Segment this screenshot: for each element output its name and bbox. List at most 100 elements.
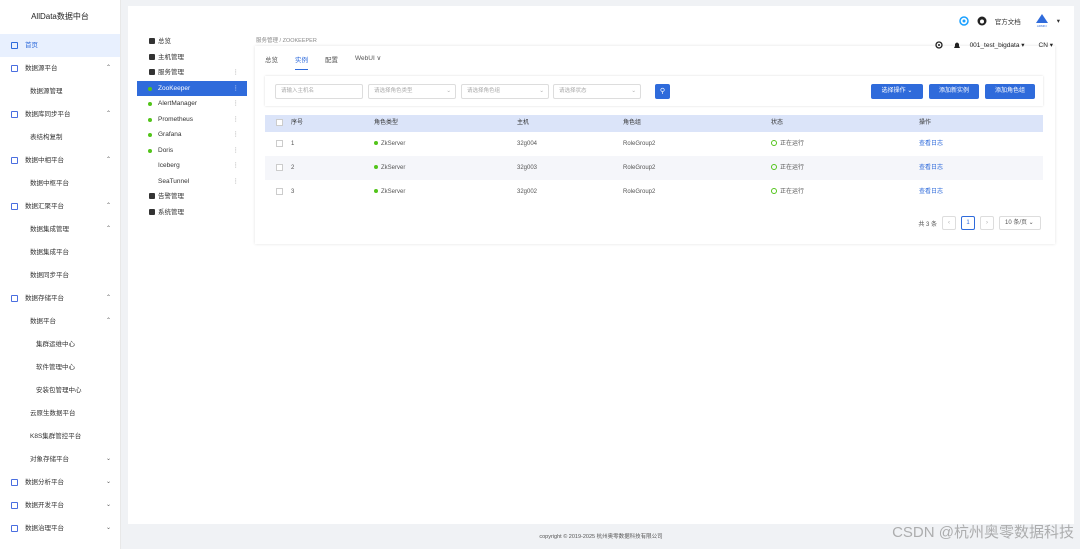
sidebar-item-label: 数据治理平台	[25, 525, 64, 532]
row-checkbox[interactable]	[276, 139, 283, 147]
more-icon[interactable]: ⋮	[233, 158, 240, 174]
tree-item-label: 服务管理	[158, 69, 184, 76]
chevron-up-icon[interactable]: ⌃	[106, 195, 111, 218]
sidebar-item-label: 数据集成管理	[30, 226, 69, 233]
sidebar-item[interactable]: 数据分析平台 ⌄	[0, 471, 120, 494]
add-instance-button[interactable]: 添加新实例	[929, 84, 979, 99]
more-icon[interactable]: ⋮	[233, 112, 240, 128]
chevron-down-icon: ⌄	[446, 88, 451, 94]
tree-item[interactable]: 告警管理	[137, 189, 247, 205]
tree-item[interactable]: Iceberg ⋮	[137, 158, 247, 174]
next-page-button[interactable]: ›	[980, 216, 994, 230]
view-log-link[interactable]: 查看日志	[919, 141, 943, 147]
github-icon[interactable]	[977, 16, 987, 26]
chevron-up-icon[interactable]: ⌃	[106, 149, 111, 172]
page-number-button[interactable]: 1	[961, 216, 975, 230]
check-circle-icon	[771, 188, 777, 195]
chevron-up-icon[interactable]: ⌃	[106, 218, 111, 241]
sidebar-item[interactable]: 安装包管理中心	[0, 379, 120, 402]
more-icon[interactable]: ⋮	[233, 127, 240, 143]
app-logo-icon[interactable]	[958, 16, 969, 26]
tree-item[interactable]: SeaTunnel ⋮	[137, 174, 247, 190]
tree-item[interactable]: 服务管理 ⋮	[137, 65, 247, 81]
gear-icon[interactable]	[934, 40, 944, 50]
more-icon[interactable]: ⋮	[233, 174, 240, 190]
sidebar-item-label: 安装包管理中心	[36, 387, 82, 394]
more-icon[interactable]: ⋮	[233, 65, 240, 81]
sidebar-item[interactable]: 集群运维中心	[0, 333, 120, 356]
select-operation-button[interactable]: 选择操作 ⌄	[871, 84, 923, 99]
chevron-down-icon[interactable]: ⌄	[106, 448, 111, 471]
sidebar-item[interactable]: 数据库同步平台 ⌃	[0, 103, 120, 126]
tree-item[interactable]: Grafana ⋮	[137, 127, 247, 143]
add-role-group-button[interactable]: 添加角色组	[985, 84, 1035, 99]
sidebar-item[interactable]: 数据汇聚平台 ⌃	[0, 195, 120, 218]
status-select[interactable]: 请选择状态 ⌄	[553, 84, 641, 99]
tree-item[interactable]: AlertManager ⋮	[137, 96, 247, 112]
status-dot-icon	[374, 165, 378, 170]
col-host: 主机	[517, 120, 530, 126]
sidebar-item[interactable]: 数据中枢平台	[0, 172, 120, 195]
tree-item[interactable]: Prometheus ⋮	[137, 112, 247, 128]
sidebar-item[interactable]: 对象存储平台 ⌄	[0, 448, 120, 471]
tree-item[interactable]: 系统管理	[137, 205, 247, 221]
bell-icon[interactable]	[952, 40, 962, 50]
more-icon[interactable]: ⋮	[233, 81, 240, 97]
select-all-checkbox[interactable]	[276, 118, 283, 126]
search-button[interactable]: ⚲	[655, 84, 670, 99]
tab-instances[interactable]: 实例	[295, 54, 308, 70]
tree-node-icon	[149, 53, 155, 60]
sidebar-item[interactable]: 数据集成管理 ⌃	[0, 218, 120, 241]
user-chevron-icon[interactable]: ▾	[1057, 17, 1060, 25]
page-size-select[interactable]: 10 条/页 ⌄	[999, 216, 1041, 230]
sidebar-item-label: K8S集群管控平台	[30, 433, 82, 440]
view-log-link[interactable]: 查看日志	[919, 189, 943, 195]
table-row: 1 ZkServer 32g004 RoleGroup2 正在运行 查看日志	[265, 132, 1043, 156]
role-type-select[interactable]: 请选择角色类型 ⌄	[368, 84, 456, 99]
sidebar-item[interactable]: 软件管理中心	[0, 356, 120, 379]
chevron-up-icon[interactable]: ⌃	[106, 57, 111, 80]
menu-icon	[11, 295, 18, 302]
tree-item[interactable]: 总览	[137, 34, 247, 50]
sidebar-item-label: 数据源管理	[30, 88, 63, 95]
sidebar-item[interactable]: 数据源管理	[0, 80, 120, 103]
sidebar-item[interactable]: 数据集成平台	[0, 241, 120, 264]
chevron-down-icon[interactable]: ⌄	[106, 471, 111, 494]
sidebar-item[interactable]: 数据平台 ⌃	[0, 310, 120, 333]
tree-item[interactable]: Doris ⋮	[137, 143, 247, 159]
language-select[interactable]: CN ▾	[1039, 41, 1053, 49]
chevron-up-icon[interactable]: ⌃	[106, 287, 111, 310]
sidebar-item[interactable]: 数据源平台 ⌃	[0, 57, 120, 80]
user-menu[interactable]: ADMIN	[1035, 14, 1049, 28]
prev-page-button[interactable]: ‹	[942, 216, 956, 230]
role-group-select[interactable]: 请选择角色组 ⌄	[461, 84, 549, 99]
more-icon[interactable]: ⋮	[233, 96, 240, 112]
host-input[interactable]: 请输入主机名	[275, 84, 363, 99]
chevron-up-icon[interactable]: ⌃	[106, 310, 111, 333]
tree-item[interactable]: ZooKeeper ⋮	[137, 80, 247, 97]
sidebar-item[interactable]: 表结构复制	[0, 126, 120, 149]
sidebar-item[interactable]: K8S集群管控平台	[0, 425, 120, 448]
tab-overview[interactable]: 总览	[265, 54, 278, 70]
user-name: ADMIN	[1036, 24, 1047, 28]
cell-status: 正在运行	[771, 156, 919, 180]
view-log-link[interactable]: 查看日志	[919, 165, 943, 171]
more-icon[interactable]: ⋮	[233, 143, 240, 159]
row-checkbox[interactable]	[276, 163, 283, 171]
sidebar-item[interactable]: 云原生数据平台	[0, 402, 120, 425]
sidebar-item[interactable]: 数据治理平台 ⌄	[0, 517, 120, 540]
docs-link[interactable]: 官方文档	[995, 16, 1021, 26]
sidebar-item[interactable]: 数据开发平台 ⌄	[0, 494, 120, 517]
chevron-down-icon[interactable]: ⌄	[106, 494, 111, 517]
row-checkbox[interactable]	[276, 187, 283, 195]
sidebar-item[interactable]: 首页	[0, 34, 120, 57]
sidebar-item[interactable]: 数据同步平台	[0, 264, 120, 287]
tab-config[interactable]: 配置	[325, 54, 338, 70]
tab-webui[interactable]: WebUI ∨	[355, 54, 381, 70]
cluster-select[interactable]: 001_test_bigdata ▾	[970, 41, 1025, 49]
chevron-up-icon[interactable]: ⌃	[106, 103, 111, 126]
sidebar-item[interactable]: 数据存储平台 ⌃	[0, 287, 120, 310]
chevron-down-icon[interactable]: ⌄	[106, 517, 111, 540]
tree-item[interactable]: 主机管理	[137, 50, 247, 66]
sidebar-item[interactable]: 数据中相平台 ⌃	[0, 149, 120, 172]
